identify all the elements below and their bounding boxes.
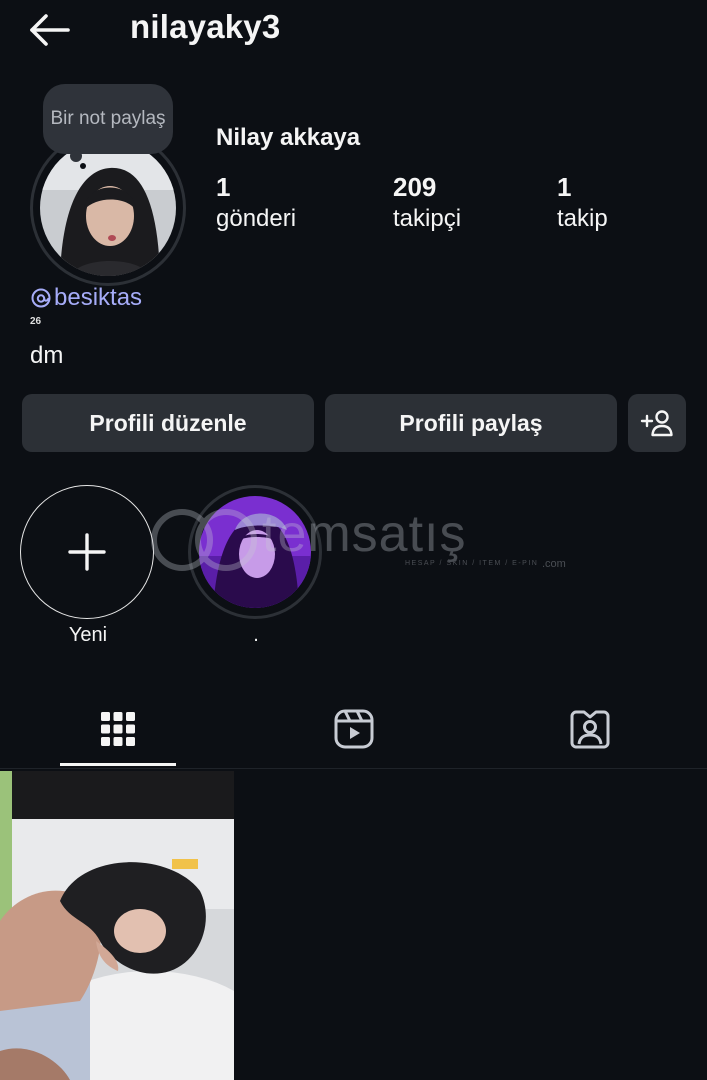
stat-posts-value: 1 (216, 172, 231, 202)
watermark-suffix: .com (542, 558, 566, 570)
share-profile-label: Profili paylaş (399, 409, 543, 436)
tagged-icon (570, 710, 610, 749)
threads-handle: besiktas (54, 284, 143, 311)
tab-posts[interactable] (0, 690, 236, 768)
stat-posts[interactable]: 1 gönderi (216, 170, 296, 234)
watermark-subtitle: HESAP / SKIN / ITEM / E-PIN (405, 560, 539, 567)
stat-followers-value: 209 (393, 172, 437, 202)
stat-followers-label: takipçi (393, 205, 462, 232)
tab-tagged[interactable] (472, 690, 707, 768)
plus-icon (68, 533, 106, 571)
profile-screen: nilayaky3 Bir not paylaş Nilay akkaya 1 … (0, 0, 707, 1080)
highlight-label-story: . (253, 624, 259, 646)
threads-count: 26 (30, 316, 42, 327)
profile-username: nilayaky3 (130, 8, 281, 45)
stat-following-label: takip (557, 205, 608, 232)
arrow-left-icon (30, 14, 70, 46)
profile-full-name: Nilay akkaya (216, 124, 361, 151)
top-bar: nilayaky3 (0, 0, 707, 60)
stat-following[interactable]: 1 takip (557, 170, 608, 234)
edit-profile-button[interactable]: Profili düzenle (22, 394, 314, 452)
share-profile-button[interactable]: Profili paylaş (325, 394, 617, 452)
avatar-photo (40, 140, 176, 276)
note-text: Bir not paylaş (50, 108, 166, 129)
threads-icon (31, 288, 51, 308)
active-tab-indicator (60, 763, 176, 766)
stat-following-value: 1 (557, 172, 572, 202)
grid-icon (101, 712, 135, 746)
highlight-cover (199, 496, 311, 608)
back-button[interactable] (22, 8, 78, 52)
note-bubble-tail-dot (80, 163, 86, 169)
highlight-label-new: Yeni (68, 624, 108, 646)
note-bubble[interactable]: Bir not paylaş (43, 84, 173, 154)
add-person-icon (640, 410, 673, 437)
profile-bio: dm (30, 342, 64, 369)
reels-icon (334, 709, 374, 749)
tab-reels[interactable] (236, 690, 472, 768)
highlight-story[interactable] (188, 485, 322, 619)
post-thumbnail[interactable] (0, 771, 234, 1080)
new-highlight-button[interactable] (20, 485, 154, 619)
profile-tabs (0, 690, 707, 769)
discover-people-button[interactable] (628, 394, 686, 452)
threads-link[interactable]: besiktas (30, 284, 142, 312)
note-bubble-tail (70, 150, 82, 162)
stat-posts-label: gönderi (216, 205, 297, 232)
edit-profile-label: Profili düzenle (89, 409, 247, 436)
stat-followers[interactable]: 209 takipçi (393, 170, 461, 234)
